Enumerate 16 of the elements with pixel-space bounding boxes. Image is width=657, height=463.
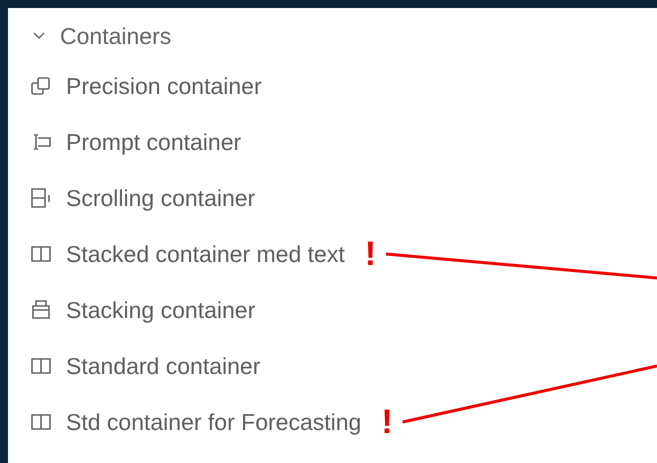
list-item[interactable]: Stacked container med text [66,240,345,268]
list-item[interactable]: Stacking container [66,296,256,324]
list-item[interactable]: Prompt container [66,128,242,156]
group-title[interactable]: Containers [60,22,172,50]
list-item[interactable]: Precision container [66,72,262,100]
scroll-panel-icon [30,187,52,209]
columns-icon [30,411,52,433]
list-item[interactable]: Standard container [66,352,260,380]
overlap-icon [30,75,52,97]
stack-icon [30,299,52,321]
warning-mark: ! [381,405,393,439]
columns-icon [30,355,52,377]
warning-mark: ! [364,237,376,271]
columns-icon [30,243,52,265]
list-item[interactable]: Std container for Forecasting [66,408,362,436]
list-item[interactable]: Scrolling container [66,184,256,212]
